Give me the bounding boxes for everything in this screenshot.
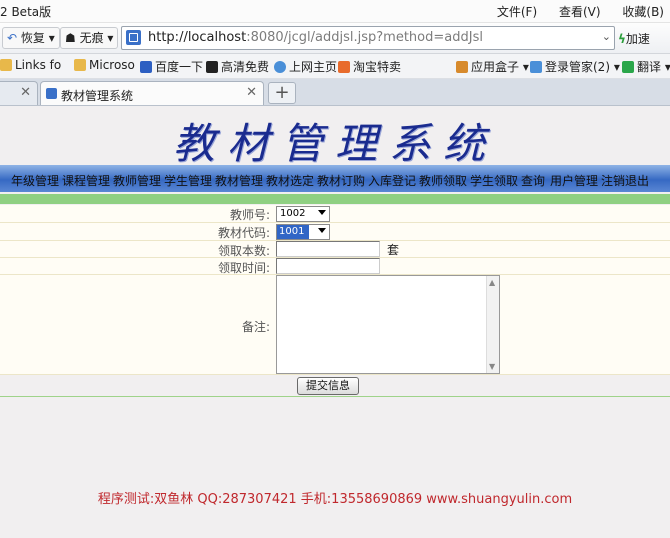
taobao-icon: [338, 61, 350, 73]
form-row-quantity: 领取本数: 套: [0, 241, 670, 258]
page-icon: [126, 30, 141, 45]
nav-textbook-select[interactable]: 教材选定: [266, 172, 314, 189]
nav-textbook[interactable]: 教材管理: [215, 172, 263, 189]
quantity-label: 领取本数:: [217, 244, 270, 258]
page-title: 教材管理系统: [172, 119, 497, 168]
notes-label: 备注:: [241, 320, 270, 334]
new-tab-button[interactable]: +: [268, 82, 296, 104]
nav-stock-in[interactable]: 入库登记: [368, 172, 416, 189]
chevron-down-icon: [318, 210, 326, 215]
box-icon: [456, 61, 468, 73]
main-nav: 年级管理 课程管理 教师管理 学生管理 教材管理 教材选定 教材订购 入库登记 …: [0, 165, 670, 192]
close-icon[interactable]: ✕: [246, 85, 257, 100]
scroll-up-icon[interactable]: ▲: [489, 278, 495, 287]
bookmark-hd-free[interactable]: 高清免费: [206, 58, 269, 75]
translate-icon: [622, 61, 634, 73]
address-bar[interactable]: http://localhost:8080/jcgl/addjsl.jsp?me…: [121, 26, 615, 50]
key-icon: [530, 61, 542, 73]
nav-grade[interactable]: 年级管理: [11, 172, 59, 189]
footer-contact: 程序测试:双鱼林 QQ:287307421 手机:13558690869 www…: [97, 492, 573, 507]
nav-query[interactable]: 查询: [521, 172, 545, 189]
nav-textbook-order[interactable]: 教材订购: [317, 172, 365, 189]
chevron-down-icon[interactable]: ⌄: [602, 30, 611, 43]
form-row-book: 教材代码: 1001: [0, 223, 670, 241]
bookmark-taobao[interactable]: 淘宝特卖: [338, 58, 401, 75]
window-title: 2 Beta版: [0, 5, 52, 19]
movie-icon: [206, 61, 218, 73]
bookmark-homepage[interactable]: 上网主页: [274, 58, 337, 75]
accent-bar: [0, 194, 670, 204]
nav-logout[interactable]: 注销退出: [601, 172, 649, 189]
nav-user[interactable]: 用户管理: [550, 172, 598, 189]
window-title-bar: 2 Beta版 文件(F) 查看(V) 收藏(B): [0, 0, 670, 23]
bookmark-microsoft[interactable]: Microso: [74, 58, 135, 72]
nav-student-receive[interactable]: 学生领取: [470, 172, 518, 189]
nav-teacher[interactable]: 教师管理: [113, 172, 161, 189]
url-text: http://localhost:8080/jcgl/addjsl.jsp?me…: [148, 30, 483, 45]
time-label: 领取时间:: [217, 261, 270, 275]
incognito-icon: ☗: [65, 31, 76, 45]
submit-button[interactable]: 提交信息: [297, 377, 359, 395]
scrollbar[interactable]: ▲ ▼: [486, 276, 499, 373]
lightning-icon: ϟ: [618, 32, 626, 46]
back-arrow-icon: ↶: [7, 31, 18, 45]
book-code-label: 教材代码:: [217, 226, 270, 240]
speed-up-button[interactable]: ϟ加速: [618, 30, 650, 47]
app-box-button[interactable]: 应用盒子 ▾: [456, 58, 529, 75]
divider: [0, 396, 670, 397]
time-input[interactable]: [276, 258, 380, 274]
login-manager-button[interactable]: 登录管家(2) ▾: [530, 58, 620, 75]
translate-button[interactable]: 翻译 ▾: [622, 58, 670, 75]
chevron-down-icon: [318, 228, 326, 233]
nav-student[interactable]: 学生管理: [164, 172, 212, 189]
tab-previous[interactable]: ✕: [0, 81, 38, 105]
form-row-time: 领取时间:: [0, 258, 670, 275]
restore-button[interactable]: ↶ 恢复 ▾: [2, 27, 60, 49]
notes-textarea[interactable]: ▲ ▼: [276, 275, 500, 374]
baidu-paw-icon: [140, 61, 152, 73]
tab-textbook-system[interactable]: 教材管理系统 ✕: [40, 81, 264, 105]
nav-teacher-receive[interactable]: 教师领取: [419, 172, 467, 189]
bookmark-links[interactable]: Links fo: [0, 58, 61, 72]
page-icon: [46, 88, 57, 99]
folder-icon: [0, 59, 12, 71]
bookmark-baidu[interactable]: 百度一下: [140, 58, 203, 75]
nav-course[interactable]: 课程管理: [62, 172, 110, 189]
menu-view[interactable]: 查看(V): [559, 5, 601, 19]
globe-icon: [274, 61, 286, 73]
quantity-unit: 套: [387, 243, 400, 257]
scroll-down-icon[interactable]: ▼: [489, 362, 495, 371]
browser-toolbar: ↶ 恢复 ▾ ☗ 无痕 ▾ http://localhost:8080/jcgl…: [0, 23, 670, 54]
quantity-input[interactable]: [276, 241, 380, 257]
incognito-button[interactable]: ☗ 无痕 ▾: [60, 27, 119, 49]
bookmarks-bar: Links fo Microso 百度一下 高清免费 上网主页 淘宝特卖 应用盒…: [0, 54, 670, 79]
menu-file[interactable]: 文件(F): [497, 5, 537, 19]
menu-favorites[interactable]: 收藏(B): [622, 5, 664, 19]
teacher-no-label: 教师号:: [229, 208, 270, 222]
folder-icon: [74, 59, 86, 71]
teacher-no-select[interactable]: 1002: [276, 206, 330, 222]
plus-icon: +: [274, 82, 290, 103]
book-code-select[interactable]: 1001: [276, 224, 330, 240]
close-icon[interactable]: ✕: [20, 85, 31, 100]
form-row-teacher: 教师号: 1002: [0, 205, 670, 223]
tab-strip: ✕ 教材管理系统 ✕ +: [0, 79, 670, 106]
menu-bar: 文件(F) 查看(V) 收藏(B): [479, 3, 670, 20]
